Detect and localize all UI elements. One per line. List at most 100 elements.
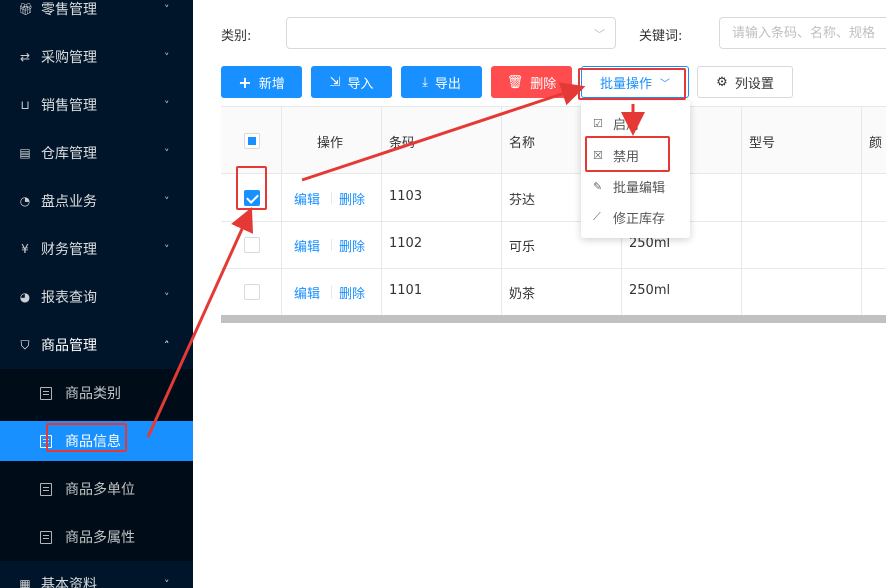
sidebar-item-label: 仓库管理	[41, 146, 97, 162]
dropdown-item-enable[interactable]: ☑ 启用	[581, 108, 690, 138]
link-separator	[331, 286, 332, 298]
cell-barcode: 1101	[389, 283, 423, 298]
trash-icon: 🗑︎	[506, 74, 524, 90]
sidebar-item-inventory-check[interactable]: ◔ 盘点业务 ˅	[0, 177, 193, 225]
header-barcode: 条码	[389, 136, 416, 151]
keyword-input[interactable]	[719, 17, 886, 49]
annotation-box-disable-item	[585, 136, 670, 172]
annotation-box-product-info	[46, 423, 127, 452]
cell-spec: 250ml	[629, 236, 671, 251]
cell-name: 可乐	[509, 240, 536, 255]
import-button-label: 导入	[347, 76, 374, 92]
sidebar-subitem-product-category[interactable]: 商品类别	[0, 373, 193, 413]
sidebar-item-label: 基本资料	[41, 577, 97, 588]
gift-icon: 🎁︎	[18, 2, 34, 16]
chevron-down-icon: ˅	[164, 194, 170, 208]
row-divider	[221, 221, 886, 222]
pie-chart-icon: ◕	[19, 290, 31, 304]
header-color: 颜	[869, 136, 883, 151]
sidebar-subitem-label: 商品多单位	[65, 482, 135, 498]
dropdown-item-label: 修正库存	[613, 211, 666, 227]
sidebar-item-basic-data[interactable]: ▦ 基本资料 ˅	[0, 560, 193, 588]
gear-icon: ⚙	[716, 74, 728, 90]
sidebar-subitem-product-units[interactable]: 商品多单位	[0, 469, 193, 509]
cell-name: 奶茶	[509, 287, 536, 302]
sidebar-item-finance[interactable]: ¥ 财务管理 ˅	[0, 225, 193, 273]
column-divider	[381, 107, 382, 315]
table-icon	[40, 482, 52, 496]
sidebar-item-purchase[interactable]: ⇄ 采购管理 ˅	[0, 33, 193, 81]
import-button[interactable]: ⇲ 导入	[311, 66, 392, 98]
annotation-box-batch-button	[578, 68, 686, 100]
chevron-down-icon: ˅	[164, 146, 170, 160]
sidebar-subitem-label: 商品类别	[65, 386, 121, 402]
link-separator	[331, 192, 332, 204]
stock-icon: ⟋	[593, 210, 601, 223]
column-divider	[741, 107, 742, 315]
chevron-down-icon: ˅	[164, 242, 170, 256]
row-divider	[221, 268, 886, 269]
delete-link[interactable]: 删除	[339, 283, 365, 302]
keyword-label: 关键词:	[639, 29, 683, 44]
product-table: 操作 条码 名称 型号 颜 编辑 删除 1103 芬达 编辑 删除 1102 可…	[221, 106, 886, 323]
sidebar-subitem-label: 商品多属性	[65, 530, 135, 546]
sidebar-item-label: 财务管理	[41, 242, 97, 258]
cell-barcode: 1102	[389, 236, 423, 251]
header-name: 名称	[509, 136, 536, 151]
chevron-up-icon: ˄	[164, 338, 170, 352]
header-actions: 操作	[317, 136, 344, 151]
row-checkbox[interactable]	[244, 284, 260, 300]
database-icon: ▦	[19, 577, 31, 588]
delete-link[interactable]: 删除	[339, 189, 365, 208]
dropdown-item-fix-stock[interactable]: ⟋ 修正库存	[581, 202, 690, 232]
delete-button[interactable]: 🗑︎ 删除	[491, 66, 572, 98]
edit-link[interactable]: 编辑	[294, 189, 320, 208]
warehouse-icon: ▤	[19, 146, 31, 160]
chevron-down-icon: ˅	[164, 290, 170, 304]
cell-spec: 250ml	[629, 283, 671, 298]
table-icon	[40, 530, 52, 544]
add-button[interactable]: + 新增	[221, 66, 302, 98]
sidebar-item-warehouse[interactable]: ▤ 仓库管理 ˅	[0, 129, 193, 177]
horizontal-scrollbar[interactable]	[221, 315, 886, 323]
edit-link[interactable]: 编辑	[294, 236, 320, 255]
dropdown-item-batch-edit[interactable]: ✎ 批量编辑	[581, 171, 690, 201]
chevron-down-icon: ˅	[164, 50, 170, 64]
row-checkbox[interactable]	[244, 237, 260, 253]
cell-name: 芬达	[509, 193, 536, 208]
main-content: 类别: ﹀ 关键词: + 新增 ⇲ 导入 ⤓ 导出 🗑︎ 删除 批量操作 ﹀ ⚙…	[193, 0, 886, 588]
cart-icon: ⊔	[20, 98, 30, 112]
add-button-label: 新增	[258, 76, 285, 92]
plus-icon: +	[238, 72, 252, 92]
category-select[interactable]: ﹀	[286, 17, 616, 49]
table-icon	[40, 386, 52, 400]
select-all-checkbox[interactable]	[244, 133, 260, 149]
delete-button-label: 删除	[530, 76, 557, 92]
sidebar-item-retail[interactable]: 🎁︎ 零售管理 ˅	[0, 0, 193, 33]
delete-link[interactable]: 删除	[339, 236, 365, 255]
column-divider	[861, 107, 862, 315]
sidebar-item-label: 销售管理	[41, 98, 97, 114]
sidebar-item-label: 采购管理	[41, 50, 97, 66]
download-icon: ⤓	[422, 74, 428, 90]
sidebar: 🎁︎ 零售管理 ˅ ⇄ 采购管理 ˅ ⊔ 销售管理 ˅ ▤ 仓库管理 ˅ ◔ 盘…	[0, 0, 193, 588]
export-button[interactable]: ⤓ 导出	[401, 66, 482, 98]
sidebar-item-reports[interactable]: ◕ 报表查询 ˅	[0, 273, 193, 321]
edit-link[interactable]: 编辑	[294, 283, 320, 302]
column-settings-button[interactable]: ⚙ 列设置	[697, 66, 793, 98]
edit-icon: ✎	[593, 179, 603, 193]
chevron-down-icon: ﹀	[594, 28, 605, 41]
chevron-down-icon: ˅	[164, 98, 170, 112]
chevron-down-icon: ˅	[164, 2, 170, 16]
sidebar-item-products[interactable]: ⛉ 商品管理 ˄	[0, 321, 193, 369]
header-model: 型号	[749, 136, 776, 151]
sidebar-item-sales[interactable]: ⊔ 销售管理 ˅	[0, 81, 193, 129]
column-settings-label: 列设置	[734, 76, 774, 92]
sidebar-item-label: 零售管理	[41, 2, 97, 18]
money-icon: ¥	[21, 242, 29, 256]
sidebar-item-label: 盘点业务	[41, 194, 97, 210]
dashboard-icon: ◔	[19, 194, 31, 208]
link-separator	[331, 239, 332, 251]
sidebar-subitem-product-attributes[interactable]: 商品多属性	[0, 517, 193, 557]
sidebar-item-label: 报表查询	[41, 290, 97, 306]
